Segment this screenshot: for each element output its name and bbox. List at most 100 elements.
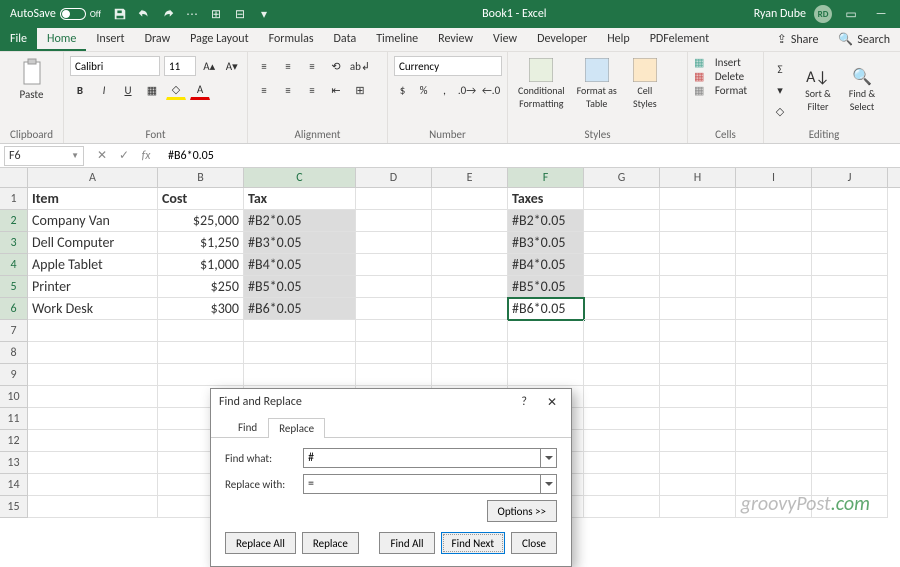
- font-name-input[interactable]: [70, 56, 160, 76]
- cell[interactable]: #B3*0.05: [244, 232, 356, 254]
- cell[interactable]: [812, 408, 888, 430]
- help-icon[interactable]: ?: [515, 393, 533, 412]
- user-name[interactable]: Ryan Dube: [754, 7, 806, 21]
- cell[interactable]: $300: [158, 298, 244, 320]
- cell[interactable]: [28, 430, 158, 452]
- tab-home[interactable]: Home: [37, 28, 86, 51]
- cell[interactable]: [812, 430, 888, 452]
- cell[interactable]: [812, 452, 888, 474]
- minimize-icon[interactable]: —: [870, 3, 892, 25]
- cell[interactable]: [356, 232, 432, 254]
- column-header[interactable]: A: [28, 168, 158, 187]
- cancel-icon[interactable]: ✕: [92, 146, 112, 166]
- cell[interactable]: [356, 210, 432, 232]
- cell[interactable]: [584, 254, 660, 276]
- cell[interactable]: [736, 386, 812, 408]
- cell[interactable]: $1,250: [158, 232, 244, 254]
- cell[interactable]: [356, 254, 432, 276]
- format-cells-button[interactable]: ▦ Format: [694, 84, 757, 97]
- cell[interactable]: [736, 188, 812, 210]
- cell[interactable]: [660, 276, 736, 298]
- cell[interactable]: #B5*0.05: [244, 276, 356, 298]
- cell[interactable]: [584, 386, 660, 408]
- cell[interactable]: [432, 232, 508, 254]
- tab-data[interactable]: Data: [324, 28, 367, 51]
- cell[interactable]: [584, 408, 660, 430]
- cell[interactable]: [660, 452, 736, 474]
- qat-icon[interactable]: ⊞: [205, 3, 227, 25]
- cell[interactable]: [432, 210, 508, 232]
- cell[interactable]: [736, 210, 812, 232]
- column-header[interactable]: J: [812, 168, 888, 187]
- cell[interactable]: [812, 320, 888, 342]
- name-box[interactable]: F6▼: [4, 146, 84, 166]
- share-button[interactable]: ⇪Share: [767, 28, 829, 51]
- tab-developer[interactable]: Developer: [527, 28, 597, 51]
- cell[interactable]: [356, 342, 432, 364]
- cell[interactable]: Item: [28, 188, 158, 210]
- column-header[interactable]: I: [736, 168, 812, 187]
- align-right-icon[interactable]: ≡: [302, 80, 322, 100]
- cell[interactable]: [508, 342, 584, 364]
- cell[interactable]: [584, 188, 660, 210]
- cell[interactable]: [660, 364, 736, 386]
- cell[interactable]: Printer: [28, 276, 158, 298]
- cell[interactable]: [28, 342, 158, 364]
- tab-file[interactable]: File: [0, 28, 37, 51]
- tab-help[interactable]: Help: [597, 28, 640, 51]
- qat-icon[interactable]: ▾: [253, 3, 275, 25]
- tab-formulas[interactable]: Formulas: [259, 28, 324, 51]
- percent-icon[interactable]: %: [415, 80, 432, 100]
- cell[interactable]: [660, 430, 736, 452]
- cell[interactable]: #B4*0.05: [244, 254, 356, 276]
- increase-font-icon[interactable]: A▴: [200, 56, 219, 76]
- cell[interactable]: [158, 364, 244, 386]
- close-button[interactable]: Close: [511, 532, 557, 554]
- enter-icon[interactable]: ✓: [114, 146, 134, 166]
- align-mid-icon[interactable]: ≡: [278, 56, 298, 76]
- font-size-input[interactable]: [164, 56, 196, 76]
- find-next-button[interactable]: Find Next: [441, 532, 506, 554]
- cell[interactable]: [28, 452, 158, 474]
- cell[interactable]: [584, 452, 660, 474]
- row-header[interactable]: 9: [0, 364, 28, 386]
- chevron-down-icon[interactable]: [541, 474, 557, 494]
- cell[interactable]: [508, 364, 584, 386]
- formula-input[interactable]: [164, 146, 900, 166]
- cell[interactable]: [660, 320, 736, 342]
- tab-pdfelement[interactable]: PDFelement: [640, 28, 719, 51]
- fill-color-icon[interactable]: ◇: [166, 80, 186, 100]
- close-icon[interactable]: ✕: [541, 393, 563, 412]
- cell[interactable]: [28, 474, 158, 496]
- cell[interactable]: [432, 342, 508, 364]
- row-header[interactable]: 1: [0, 188, 28, 210]
- qat-icon[interactable]: ⊟: [229, 3, 251, 25]
- cell[interactable]: $25,000: [158, 210, 244, 232]
- align-bot-icon[interactable]: ≡: [302, 56, 322, 76]
- italic-button[interactable]: I: [94, 80, 114, 100]
- clear-icon[interactable]: ◇: [770, 101, 790, 121]
- cell[interactable]: [660, 342, 736, 364]
- column-header[interactable]: G: [584, 168, 660, 187]
- cell[interactable]: [244, 364, 356, 386]
- replace-button[interactable]: Replace: [302, 532, 359, 554]
- column-header[interactable]: D: [356, 168, 432, 187]
- cell[interactable]: [736, 320, 812, 342]
- inc-decimal-icon[interactable]: .0→: [457, 80, 477, 100]
- cell[interactable]: [432, 254, 508, 276]
- cell[interactable]: [812, 364, 888, 386]
- cell[interactable]: [660, 210, 736, 232]
- save-icon[interactable]: [109, 3, 131, 25]
- cell[interactable]: [584, 496, 660, 518]
- cell[interactable]: [736, 364, 812, 386]
- cell[interactable]: Taxes: [508, 188, 584, 210]
- number-format-select[interactable]: [394, 56, 502, 76]
- cell[interactable]: [356, 364, 432, 386]
- format-as-table-button[interactable]: Format as Table: [573, 56, 621, 112]
- cell[interactable]: Dell Computer: [28, 232, 158, 254]
- dec-decimal-icon[interactable]: ←.0: [481, 80, 501, 100]
- row-header[interactable]: 4: [0, 254, 28, 276]
- cell[interactable]: [584, 276, 660, 298]
- qat-icon[interactable]: ⋯: [181, 3, 203, 25]
- column-header[interactable]: B: [158, 168, 244, 187]
